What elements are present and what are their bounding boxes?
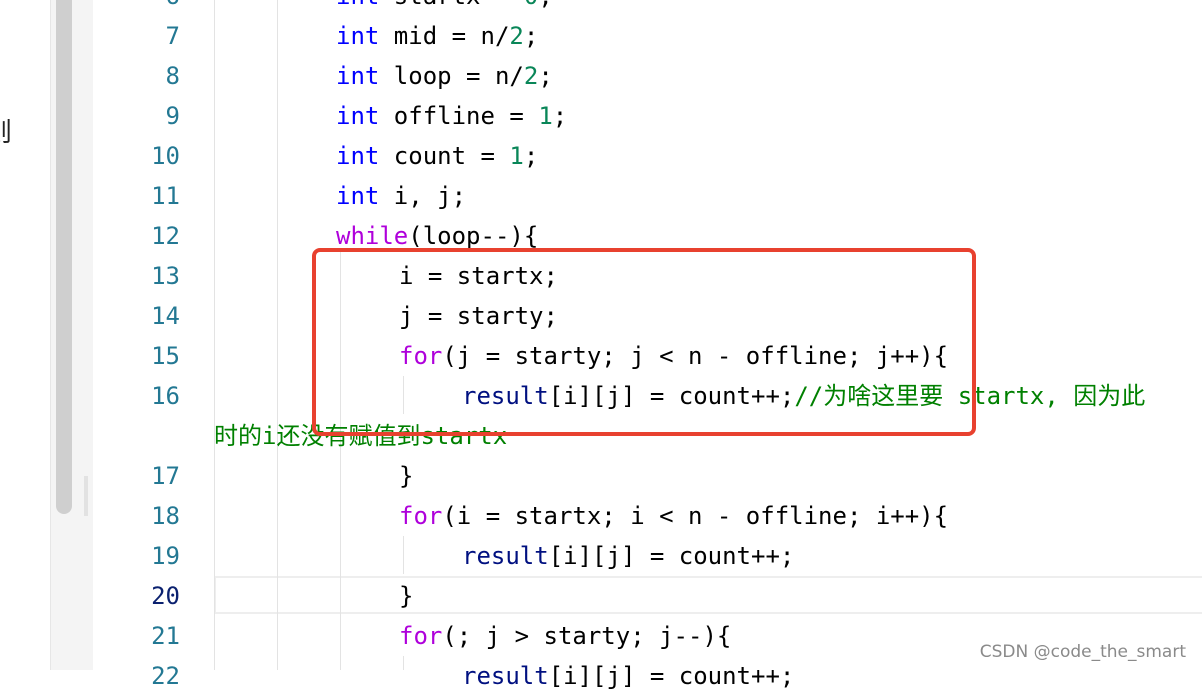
code-token: } <box>399 462 414 490</box>
identifier-token: result <box>462 662 549 690</box>
keyword-token: int <box>336 142 380 170</box>
line-number: 14 <box>151 302 180 330</box>
side-panel: 则 <box>0 0 50 670</box>
code-token: [i][j] = count++; <box>548 542 795 570</box>
line-number: 18 <box>151 502 180 530</box>
line-number: 8 <box>165 62 180 90</box>
code-line: int i, j; <box>336 176 466 216</box>
control-keyword-token: for <box>399 502 443 530</box>
code-token: } <box>399 582 414 610</box>
line-number: 11 <box>151 182 180 210</box>
code-token: offline = <box>379 102 539 130</box>
code-token: count = <box>379 142 510 170</box>
scrollbar-marker <box>84 476 88 516</box>
line-number: 13 <box>151 262 180 290</box>
line-number: 12 <box>151 222 180 250</box>
keyword-token: int <box>336 102 380 130</box>
code-line: int offline = 1; <box>336 96 567 136</box>
code-token: ; <box>552 102 568 130</box>
scrollbar-thumb[interactable] <box>56 0 72 514</box>
code-line: int startx = 0; <box>336 0 553 16</box>
indent-guide <box>214 0 215 670</box>
code-token: ; <box>538 0 552 10</box>
watermark: CSDN @code_the_smart <box>979 642 1186 662</box>
code-line: int count = 1; <box>336 136 538 176</box>
code-editor[interactable]: 6 int startx = 0; 7 int mid = n/2; 8 int loop… <box>92 0 1202 690</box>
code-token: startx = <box>379 0 524 10</box>
keyword-token: int <box>336 62 380 90</box>
line-number: 16 <box>151 382 180 410</box>
line-number: 6 <box>92 0 180 16</box>
line-number: 9 <box>165 102 180 130</box>
code-line: } <box>399 456 413 496</box>
number-token: 0 <box>524 0 538 10</box>
code-token: (i = startx; i < n - offline; i++){ <box>442 502 949 530</box>
code-token: loop = n/ <box>379 62 524 90</box>
line-number: 17 <box>151 462 180 490</box>
keyword-token: int <box>336 182 380 210</box>
code-line: } <box>399 576 413 616</box>
line-number: 20 <box>151 582 180 610</box>
line-number: 7 <box>165 22 180 50</box>
line-number: 22 <box>151 662 180 690</box>
number-token: 2 <box>509 22 524 50</box>
code-line: result[i][j] = count++; <box>462 656 794 696</box>
code-token: ; <box>523 22 539 50</box>
number-token: 1 <box>509 142 524 170</box>
line-number: 15 <box>151 342 180 370</box>
number-token: 2 <box>523 62 539 90</box>
keyword-token: int <box>336 22 380 50</box>
annotation-box <box>312 248 976 436</box>
code-line: int loop = n/2; <box>336 56 553 96</box>
code-token: i, j; <box>379 182 467 210</box>
code-line: int mid = n/2; <box>336 16 538 56</box>
code-token: [i][j] = count++; <box>548 662 795 690</box>
identifier-token: result <box>462 542 549 570</box>
indent-guide <box>403 536 404 574</box>
code-token: (loop--){ <box>408 222 539 250</box>
control-keyword-token: while <box>336 222 409 250</box>
code-line: result[i][j] = count++; <box>462 536 794 576</box>
code-line: for(; j > starty; j--){ <box>399 616 731 656</box>
number-token: 1 <box>538 102 553 130</box>
code-token: ; <box>538 62 553 90</box>
code-token: ; <box>523 142 539 170</box>
side-panel-text: 则 <box>0 112 12 149</box>
current-line-highlight <box>214 576 1202 614</box>
line-number: 19 <box>151 542 180 570</box>
code-token: (; j > starty; j--){ <box>442 622 732 650</box>
indent-guide <box>403 656 404 670</box>
line-number: 10 <box>151 142 180 170</box>
line-number: 21 <box>151 622 180 650</box>
code-line: for(i = startx; i < n - offline; i++){ <box>399 496 948 536</box>
code-token: mid = n/ <box>379 22 510 50</box>
control-keyword-token: for <box>399 622 443 650</box>
keyword-token: int <box>336 0 379 10</box>
indent-guide <box>277 0 278 670</box>
